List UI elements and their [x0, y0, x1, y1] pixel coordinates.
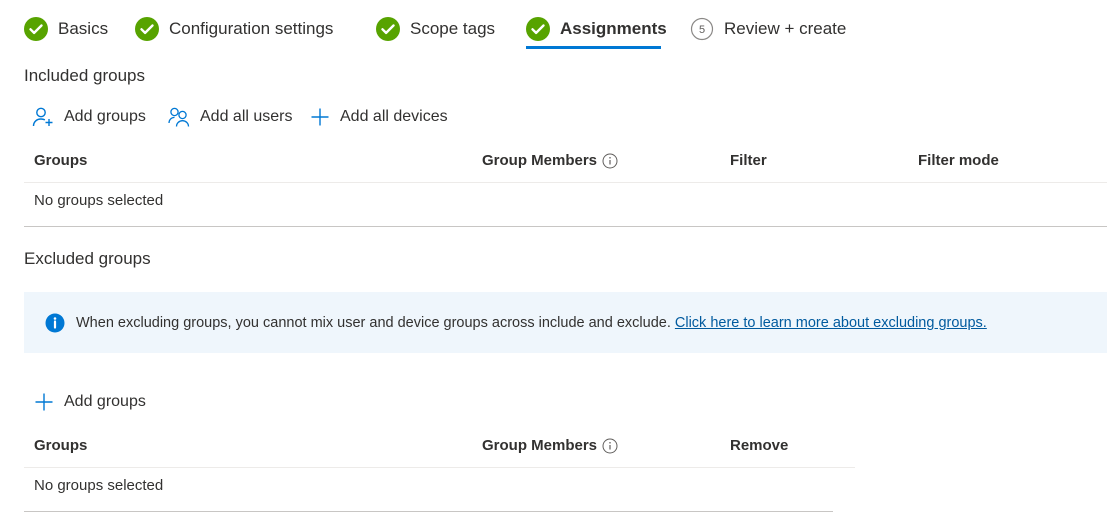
checkmark-circle-icon: [376, 17, 400, 41]
add-groups-label: Add groups: [64, 108, 146, 125]
empty-state-text: No groups selected: [34, 192, 164, 209]
add-person-icon: [32, 107, 53, 127]
step-label: Assignments: [560, 19, 667, 38]
empty-state-text: No groups selected: [34, 477, 164, 494]
add-all-users-button[interactable]: Add all users: [168, 104, 293, 130]
plus-icon: [35, 393, 53, 411]
plus-icon: [311, 108, 329, 126]
divider: [24, 511, 833, 512]
add-groups-label: Add groups: [64, 393, 146, 410]
people-icon: [168, 107, 190, 127]
column-header-group-members[interactable]: Group Members: [482, 437, 618, 454]
add-all-devices-button[interactable]: Add all devices: [310, 104, 448, 130]
divider: [24, 226, 1107, 227]
step-scope-tags[interactable]: Scope tags: [376, 14, 495, 44]
included-groups-title: Included groups: [24, 66, 145, 85]
step-label: Review + create: [724, 19, 847, 38]
active-step-indicator: [526, 46, 661, 49]
divider: [24, 467, 855, 468]
step-label: Basics: [58, 19, 109, 38]
info-banner-message: When excluding groups, you cannot mix us…: [76, 315, 987, 331]
step-configuration-settings[interactable]: Configuration settings: [135, 14, 333, 44]
numbered-circle-icon: 5: [690, 17, 714, 41]
add-all-devices-label: Add all devices: [340, 108, 448, 125]
add-groups-button[interactable]: Add groups: [32, 104, 146, 130]
info-banner-text: When excluding groups, you cannot mix us…: [76, 315, 671, 331]
add-excluded-groups-button[interactable]: Add groups: [34, 389, 146, 415]
column-header-filter[interactable]: Filter: [730, 152, 767, 169]
info-icon: [45, 313, 65, 333]
column-header-groups[interactable]: Groups: [34, 437, 87, 454]
step-assignments[interactable]: Assignments: [526, 14, 667, 44]
column-header-group-members[interactable]: Group Members: [482, 152, 618, 169]
info-outline-icon[interactable]: [602, 153, 618, 169]
checkmark-circle-icon: [135, 17, 159, 41]
divider: [24, 182, 1107, 183]
column-header-filter-mode[interactable]: Filter mode: [918, 152, 999, 169]
info-banner: When excluding groups, you cannot mix us…: [24, 292, 1107, 353]
step-label: Scope tags: [410, 19, 496, 38]
checkmark-circle-icon: [526, 17, 550, 41]
info-outline-icon[interactable]: [602, 438, 618, 454]
column-header-groups[interactable]: Groups: [34, 152, 87, 169]
learn-more-excluding-groups-link[interactable]: Click here to learn more about excluding…: [675, 315, 987, 331]
step-label: Configuration settings: [169, 19, 334, 38]
column-header-label: Group Members: [482, 152, 598, 169]
add-all-users-label: Add all users: [200, 108, 293, 125]
column-header-remove[interactable]: Remove: [730, 437, 788, 454]
step-review-create[interactable]: 5 Review + create: [690, 14, 846, 44]
svg-text:5: 5: [699, 24, 705, 36]
excluded-groups-title: Excluded groups: [24, 249, 151, 268]
checkmark-circle-icon: [24, 17, 48, 41]
step-basics[interactable]: Basics: [24, 14, 108, 44]
column-header-label: Group Members: [482, 437, 598, 454]
